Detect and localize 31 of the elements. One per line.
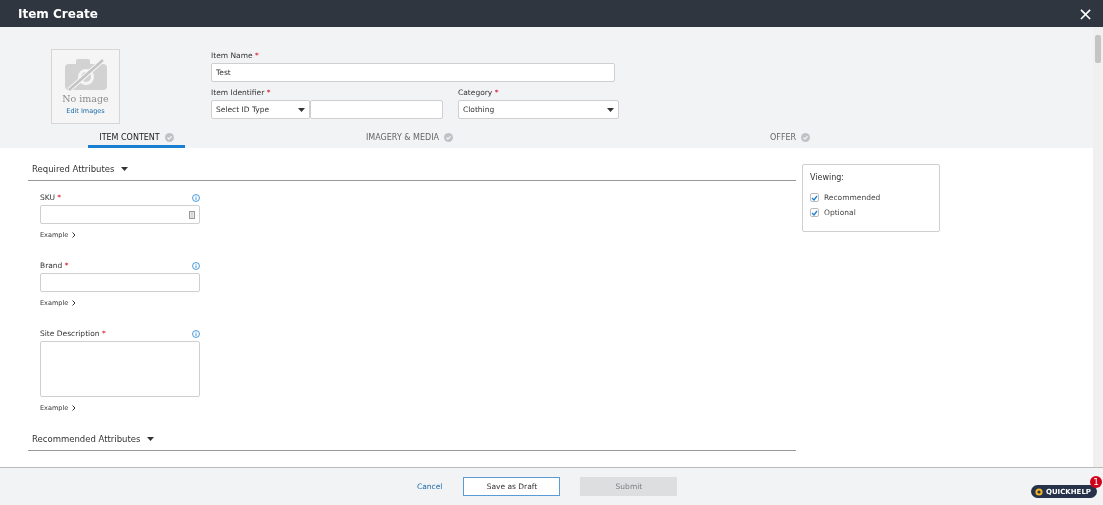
caret-icon xyxy=(120,167,128,171)
notification-badge: 1 xyxy=(1090,476,1102,488)
caret-icon xyxy=(607,107,614,112)
checkbox[interactable] xyxy=(810,208,819,217)
close-button[interactable]: × xyxy=(1077,4,1093,23)
checkbox[interactable] xyxy=(810,193,819,202)
info-icon[interactable] xyxy=(192,329,200,338)
calculator-icon[interactable] xyxy=(189,210,195,219)
window-title: Item Create xyxy=(18,6,98,21)
info-icon[interactable] xyxy=(192,193,200,202)
no-camera-icon xyxy=(62,56,109,92)
caret-icon xyxy=(298,107,305,112)
chevron-right-icon xyxy=(72,405,77,411)
viewing-title: Viewing: xyxy=(810,173,846,182)
section-title[interactable]: Recommended Attributes xyxy=(32,434,141,444)
tab[interactable]: IMAGERY & MEDIA xyxy=(366,130,454,148)
tab[interactable]: OFFER xyxy=(770,130,811,148)
input-field[interactable] xyxy=(40,273,200,292)
info-icon[interactable] xyxy=(192,261,200,270)
no-image-text: No image xyxy=(62,93,109,104)
input-field[interactable] xyxy=(40,205,200,224)
check-circle-icon xyxy=(164,132,174,142)
check-circle-icon xyxy=(801,132,811,142)
chevron-right-icon xyxy=(72,300,77,306)
chevron-right-icon xyxy=(72,232,77,238)
scrollbar-thumb[interactable] xyxy=(1095,35,1101,63)
text-area[interactable] xyxy=(40,341,200,397)
caret-icon xyxy=(146,437,154,441)
section-title[interactable]: Required Attributes xyxy=(32,164,115,174)
item-identifier-field[interactable] xyxy=(310,100,443,119)
check-circle-icon xyxy=(444,132,454,142)
